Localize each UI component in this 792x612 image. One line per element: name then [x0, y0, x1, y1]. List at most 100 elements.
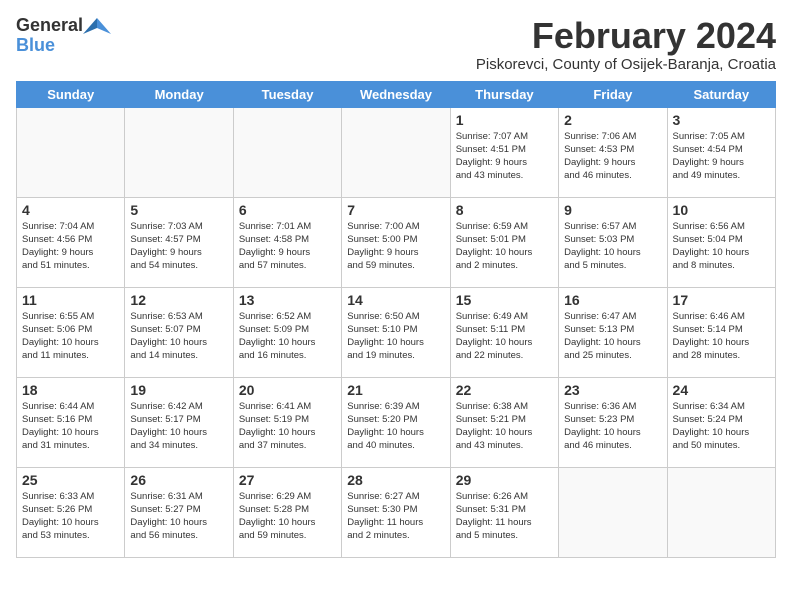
day-number: 2	[564, 112, 661, 128]
calendar-table: SundayMondayTuesdayWednesdayThursdayFrid…	[16, 81, 776, 558]
week-row-2: 4 Sunrise: 7:04 AM Sunset: 4:56 PM Daylig…	[17, 197, 776, 287]
day-number: 22	[456, 382, 553, 398]
day-header-tuesday: Tuesday	[233, 81, 341, 107]
cell-info: Sunrise: 6:46 AM Sunset: 5:14 PM Dayligh…	[673, 310, 770, 363]
cell-info: Sunrise: 6:34 AM Sunset: 5:24 PM Dayligh…	[673, 400, 770, 453]
day-number: 15	[456, 292, 553, 308]
cell-info: Sunrise: 6:57 AM Sunset: 5:03 PM Dayligh…	[564, 220, 661, 273]
cal-cell: 29Sunrise: 6:26 AM Sunset: 5:31 PM Dayli…	[450, 467, 558, 557]
cal-cell: 6 Sunrise: 7:01 AM Sunset: 4:58 PM Daylig…	[233, 197, 341, 287]
cell-info: Sunrise: 6:55 AM Sunset: 5:06 PM Dayligh…	[22, 310, 119, 363]
cal-cell: 13 Sunrise: 6:52 AM Sunset: 5:09 PM Dayli…	[233, 287, 341, 377]
cell-info: Sunrise: 6:53 AM Sunset: 5:07 PM Dayligh…	[130, 310, 227, 363]
day-number: 13	[239, 292, 336, 308]
day-header-sunday: Sunday	[17, 81, 125, 107]
day-number: 20	[239, 382, 336, 398]
cal-cell: 27Sunrise: 6:29 AM Sunset: 5:28 PM Dayli…	[233, 467, 341, 557]
cell-info: Sunrise: 6:41 AM Sunset: 5:19 PM Dayligh…	[239, 400, 336, 453]
cal-cell: 1 Sunrise: 7:07 AM Sunset: 4:51 PM Daylig…	[450, 107, 558, 197]
cal-cell: 28Sunrise: 6:27 AM Sunset: 5:30 PM Dayli…	[342, 467, 450, 557]
cal-cell	[667, 467, 775, 557]
cell-info: Sunrise: 6:47 AM Sunset: 5:13 PM Dayligh…	[564, 310, 661, 363]
day-number: 9	[564, 202, 661, 218]
cal-cell: 4 Sunrise: 7:04 AM Sunset: 4:56 PM Daylig…	[17, 197, 125, 287]
cell-info: Sunrise: 7:06 AM Sunset: 4:53 PM Dayligh…	[564, 130, 661, 183]
cell-info: Sunrise: 6:59 AM Sunset: 5:01 PM Dayligh…	[456, 220, 553, 273]
cal-cell: 5Sunrise: 7:03 AM Sunset: 4:57 PM Daylig…	[125, 197, 233, 287]
logo-blue-text: Blue	[16, 35, 55, 55]
cell-info: Sunrise: 7:03 AM Sunset: 4:57 PM Dayligh…	[130, 220, 227, 273]
cal-cell: 22 Sunrise: 6:38 AM Sunset: 5:21 PM Dayli…	[450, 377, 558, 467]
title-area: February 2024 Piskorevci, County of Osij…	[476, 16, 776, 73]
cell-info: Sunrise: 6:44 AM Sunset: 5:16 PM Dayligh…	[22, 400, 119, 453]
cell-info: Sunrise: 6:29 AM Sunset: 5:28 PM Dayligh…	[239, 490, 336, 543]
month-title: February 2024	[476, 16, 776, 56]
day-number: 4	[22, 202, 119, 218]
cell-info: Sunrise: 6:52 AM Sunset: 5:09 PM Dayligh…	[239, 310, 336, 363]
cell-info: Sunrise: 6:39 AM Sunset: 5:20 PM Dayligh…	[347, 400, 444, 453]
cal-cell: 21 Sunrise: 6:39 AM Sunset: 5:20 PM Dayli…	[342, 377, 450, 467]
cal-cell	[125, 107, 233, 197]
cal-cell: 15 Sunrise: 6:49 AM Sunset: 5:11 PM Dayli…	[450, 287, 558, 377]
cell-info: Sunrise: 6:26 AM Sunset: 5:31 PM Dayligh…	[456, 490, 553, 543]
cell-info: Sunrise: 7:07 AM Sunset: 4:51 PM Dayligh…	[456, 130, 553, 183]
cal-cell: 20 Sunrise: 6:41 AM Sunset: 5:19 PM Dayli…	[233, 377, 341, 467]
week-row-1: 1 Sunrise: 7:07 AM Sunset: 4:51 PM Daylig…	[17, 107, 776, 197]
day-number: 11	[22, 292, 119, 308]
cal-cell: 14Sunrise: 6:50 AM Sunset: 5:10 PM Dayli…	[342, 287, 450, 377]
cal-cell: 11 Sunrise: 6:55 AM Sunset: 5:06 PM Dayli…	[17, 287, 125, 377]
day-number: 21	[347, 382, 444, 398]
day-number: 26	[130, 472, 227, 488]
cell-info: Sunrise: 6:50 AM Sunset: 5:10 PM Dayligh…	[347, 310, 444, 363]
cal-cell: 25 Sunrise: 6:33 AM Sunset: 5:26 PM Dayli…	[17, 467, 125, 557]
cal-cell: 12 Sunrise: 6:53 AM Sunset: 5:07 PM Dayli…	[125, 287, 233, 377]
page-header: General Blue February 2024 Piskorevci, C…	[16, 16, 776, 73]
cell-info: Sunrise: 7:04 AM Sunset: 4:56 PM Dayligh…	[22, 220, 119, 273]
cell-info: Sunrise: 6:38 AM Sunset: 5:21 PM Dayligh…	[456, 400, 553, 453]
cal-cell: 24 Sunrise: 6:34 AM Sunset: 5:24 PM Dayli…	[667, 377, 775, 467]
day-number: 10	[673, 202, 770, 218]
logo: General Blue	[16, 16, 111, 56]
header-row: SundayMondayTuesdayWednesdayThursdayFrid…	[17, 81, 776, 107]
day-number: 25	[22, 472, 119, 488]
day-header-monday: Monday	[125, 81, 233, 107]
day-number: 23	[564, 382, 661, 398]
cal-cell: 3 Sunrise: 7:05 AM Sunset: 4:54 PM Daylig…	[667, 107, 775, 197]
day-header-thursday: Thursday	[450, 81, 558, 107]
day-number: 6	[239, 202, 336, 218]
cell-info: Sunrise: 6:36 AM Sunset: 5:23 PM Dayligh…	[564, 400, 661, 453]
cal-cell: 26 Sunrise: 6:31 AM Sunset: 5:27 PM Dayli…	[125, 467, 233, 557]
cal-cell: 8 Sunrise: 6:59 AM Sunset: 5:01 PM Daylig…	[450, 197, 558, 287]
cal-cell: 17Sunrise: 6:46 AM Sunset: 5:14 PM Dayli…	[667, 287, 775, 377]
day-number: 18	[22, 382, 119, 398]
cell-info: Sunrise: 6:33 AM Sunset: 5:26 PM Dayligh…	[22, 490, 119, 543]
cal-cell: 16Sunrise: 6:47 AM Sunset: 5:13 PM Dayli…	[559, 287, 667, 377]
cal-cell	[233, 107, 341, 197]
cal-cell: 9 Sunrise: 6:57 AM Sunset: 5:03 PM Daylig…	[559, 197, 667, 287]
cal-cell: 10Sunrise: 6:56 AM Sunset: 5:04 PM Dayli…	[667, 197, 775, 287]
day-number: 1	[456, 112, 553, 128]
day-number: 12	[130, 292, 227, 308]
week-row-5: 25 Sunrise: 6:33 AM Sunset: 5:26 PM Dayli…	[17, 467, 776, 557]
cell-info: Sunrise: 7:01 AM Sunset: 4:58 PM Dayligh…	[239, 220, 336, 273]
cell-info: Sunrise: 7:05 AM Sunset: 4:54 PM Dayligh…	[673, 130, 770, 183]
logo-icon	[83, 16, 111, 36]
day-number: 28	[347, 472, 444, 488]
cal-cell	[559, 467, 667, 557]
day-header-saturday: Saturday	[667, 81, 775, 107]
cal-cell	[342, 107, 450, 197]
cal-cell: 23 Sunrise: 6:36 AM Sunset: 5:23 PM Dayli…	[559, 377, 667, 467]
week-row-3: 11 Sunrise: 6:55 AM Sunset: 5:06 PM Dayli…	[17, 287, 776, 377]
day-number: 8	[456, 202, 553, 218]
cell-info: Sunrise: 6:31 AM Sunset: 5:27 PM Dayligh…	[130, 490, 227, 543]
cal-cell: 19Sunrise: 6:42 AM Sunset: 5:17 PM Dayli…	[125, 377, 233, 467]
day-header-wednesday: Wednesday	[342, 81, 450, 107]
logo-general-text: General	[16, 16, 83, 36]
day-number: 19	[130, 382, 227, 398]
day-number: 3	[673, 112, 770, 128]
cell-info: Sunrise: 6:49 AM Sunset: 5:11 PM Dayligh…	[456, 310, 553, 363]
day-number: 24	[673, 382, 770, 398]
cal-cell	[17, 107, 125, 197]
cal-cell: 2 Sunrise: 7:06 AM Sunset: 4:53 PM Daylig…	[559, 107, 667, 197]
day-number: 7	[347, 202, 444, 218]
